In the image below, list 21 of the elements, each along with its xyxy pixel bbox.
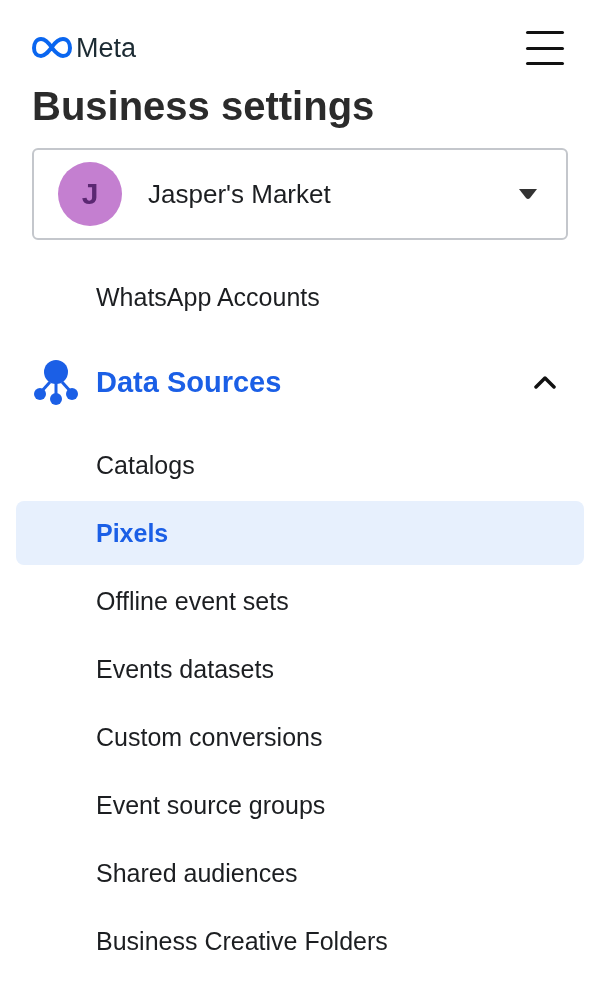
nav-item[interactable]: Catalogs [16, 433, 584, 497]
nav-item[interactable]: Business Creative Folders [16, 909, 584, 973]
caret-down-icon [518, 188, 538, 200]
chevron-up-icon [534, 375, 556, 389]
page-title: Business settings [32, 83, 376, 130]
nav-item[interactable]: Shared audiences [16, 841, 584, 905]
nav-item[interactable]: Pixels [16, 501, 584, 565]
menu-icon[interactable] [526, 31, 564, 65]
nav-item[interactable]: Custom conversions [16, 705, 584, 769]
logo-text: Meta [76, 32, 137, 64]
account-name: Jasper's Market [148, 178, 332, 210]
infinity-logo-icon [32, 37, 72, 59]
section-label: Data Sources [96, 365, 283, 399]
avatar: J [58, 162, 122, 226]
nav-item[interactable]: Event source groups [16, 773, 584, 837]
nav-item[interactable]: Events datasets [16, 637, 584, 701]
account-dropdown[interactable]: J Jasper's Market [32, 148, 568, 240]
nav-item[interactable]: Offline event sets [16, 569, 584, 633]
nav-item[interactable]: WhatsApp Accounts [16, 265, 584, 329]
section-header[interactable]: Data Sources [0, 339, 594, 425]
data-sources-icon [32, 358, 80, 406]
